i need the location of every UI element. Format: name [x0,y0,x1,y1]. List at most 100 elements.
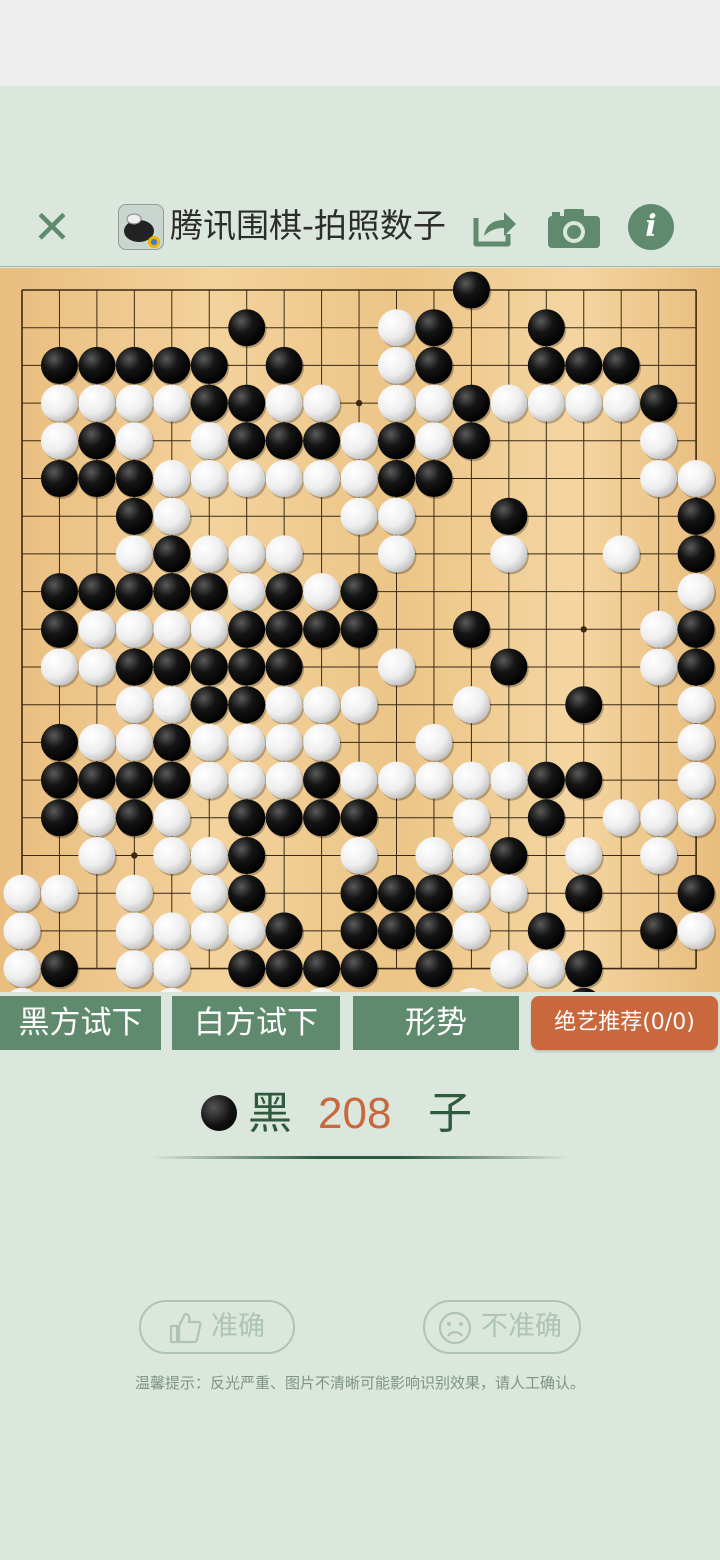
white-stone [677,460,715,497]
situation-button[interactable]: 形势 [353,996,519,1050]
go-board[interactable] [0,268,720,992]
white-stone [3,874,41,912]
white-stone [265,384,303,422]
black-stone [40,346,78,384]
black-stone [303,799,341,837]
ai-recommend-button[interactable]: 绝艺推荐(0/0) [531,996,718,1050]
accurate-label: 准确 [211,1311,265,1342]
white-stone [153,837,191,874]
star-point [131,852,138,859]
black-stone [115,497,153,535]
white-stone [303,384,341,422]
white-stone [153,799,191,837]
white-stone [40,874,78,912]
white-stone [115,950,153,988]
white-stone [40,384,78,422]
black-stone [40,723,78,761]
white-stone [78,610,116,648]
black-stone [677,497,715,535]
black-stone [228,384,266,422]
white-stone [115,874,153,912]
black-stone [565,686,603,724]
black-stone [228,610,266,648]
black-stone [378,460,415,497]
white-stone [115,610,153,648]
count-unit: 子 [428,1088,472,1139]
black-stone [153,535,191,573]
black-stone [265,610,303,648]
black-stone [340,799,378,837]
white-stone [378,346,415,384]
black-stone [452,384,490,422]
white-stone [190,761,228,799]
white-stone [303,686,341,724]
black-stone [527,761,565,799]
count-color-label: 黑 [248,1088,292,1139]
black-stone [228,648,266,686]
black-stone [415,950,453,988]
white-stone [415,384,453,422]
black-stone [190,573,228,611]
black-stone [452,271,490,309]
accurate-button[interactable]: 准确 [139,1300,295,1354]
tip-text: 温馨提示：反光严重、图片不清晰可能影响识别效果，请人工确认。 [134,1374,585,1392]
white-stone [303,573,341,611]
white-stone [228,460,266,497]
white-stone [190,837,228,874]
white-stone [340,686,378,724]
close-icon[interactable]: ✕ [28,204,76,252]
white-stone [228,573,266,611]
white-stone [415,422,453,460]
white-stone [78,723,116,761]
white-stone [265,535,303,573]
black-stone [490,648,528,686]
white-stone [340,422,378,460]
star-point [580,626,587,633]
black-stone [40,799,78,837]
black-stone [340,874,378,912]
black-stone [303,610,341,648]
black-stone [115,648,153,686]
black-stone [153,573,191,611]
black-stone [153,761,191,799]
black-stone [40,573,78,611]
white-stone [228,912,266,950]
white-stone [490,384,528,422]
count-underline [150,1156,570,1159]
white-stone [677,799,715,837]
black-stone [677,535,715,573]
share-icon[interactable] [470,204,518,252]
black-trial-button[interactable]: 黑方试下 [0,996,161,1050]
black-stone [265,573,303,611]
black-stone [40,950,78,988]
white-trial-button[interactable]: 白方试下 [172,996,340,1050]
white-stone [190,610,228,648]
black-stone [40,460,78,497]
black-stone [40,610,78,648]
white-stone [640,799,678,837]
white-stone [303,723,341,761]
black-stone [153,648,191,686]
camera-icon[interactable] [546,204,600,252]
black-stone [415,460,453,497]
black-stone [415,346,453,384]
white-stone [452,837,490,874]
white-stone [415,837,453,874]
header-bar: ✕ 腾讯围棋-拍照数子 i [0,196,720,260]
star-point [355,399,363,407]
inaccurate-button[interactable]: 不准确 [423,1300,581,1354]
black-stone [78,761,116,799]
status-bar [0,0,720,86]
white-stone [378,497,415,535]
black-stone [677,874,715,912]
white-stone [303,460,341,497]
white-stone [640,422,678,460]
black-stone [153,346,191,384]
white-stone [415,761,453,799]
info-icon[interactable]: i [628,204,674,250]
black-stone [190,648,228,686]
black-stone [228,799,266,837]
black-stone [490,497,528,535]
white-stone [602,384,640,422]
black-stone [115,761,153,799]
